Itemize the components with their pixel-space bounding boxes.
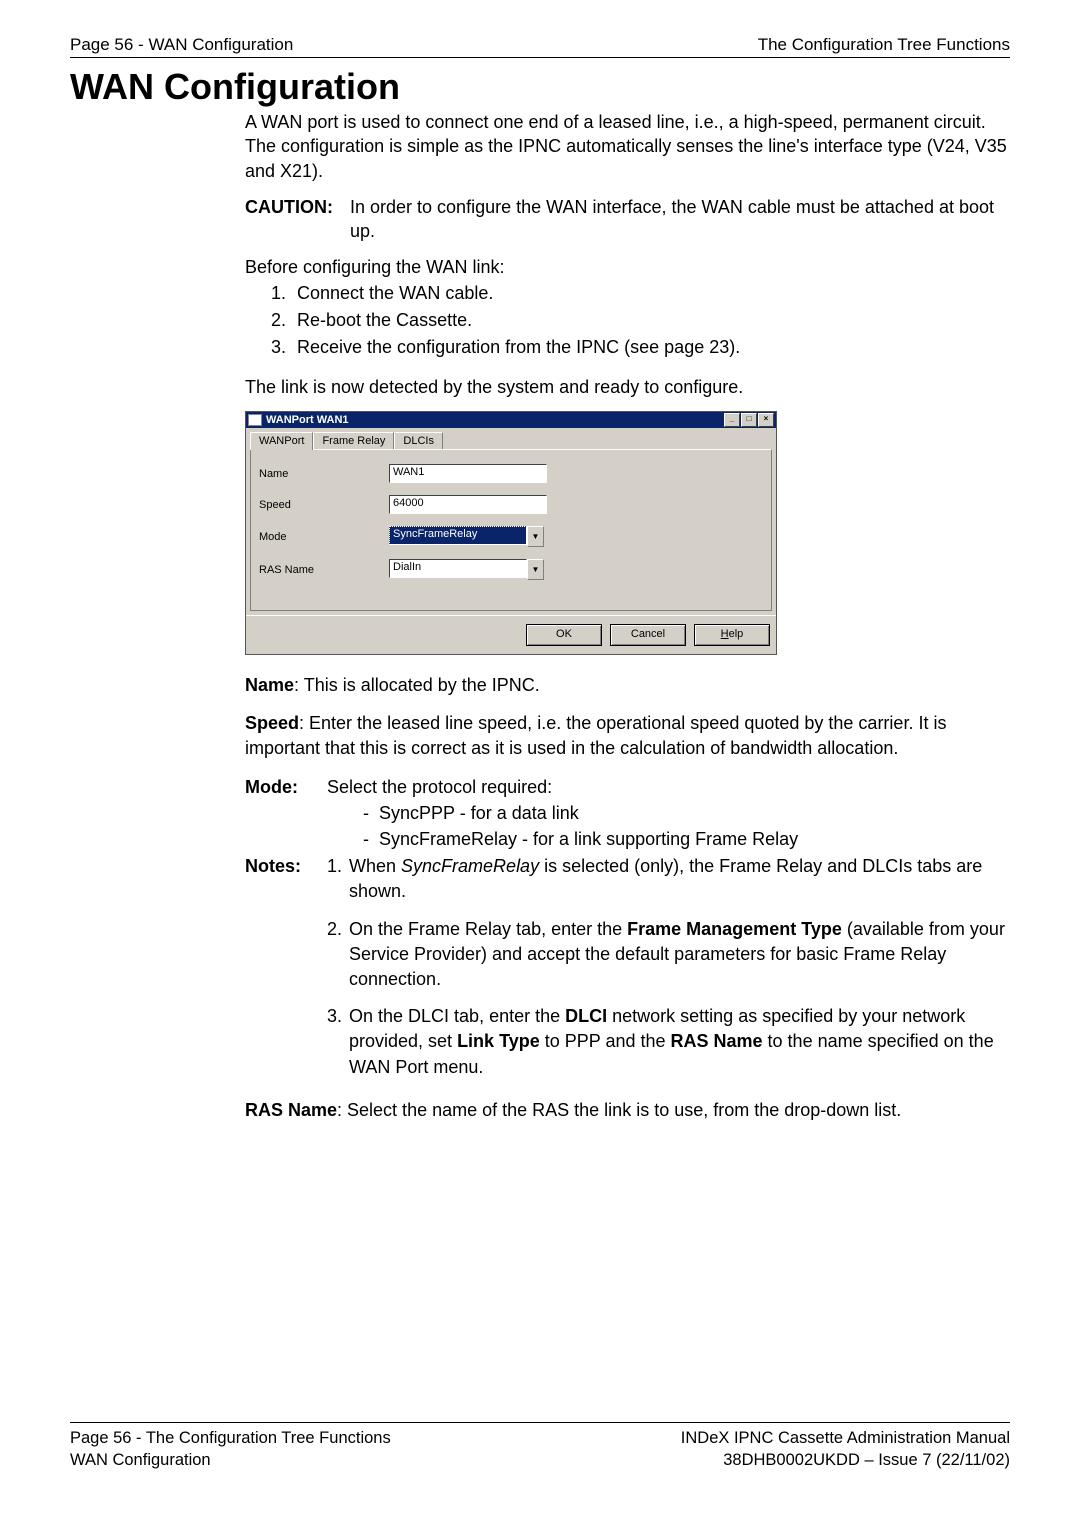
intro-text: A WAN port is used to connect one end of… [245,110,1010,183]
step-text: Re-boot the Cassette. [297,307,472,334]
form-panel: Name WAN1 Speed 64000 Mode SyncFrameRela… [250,449,772,611]
ras-value: DialIn [389,559,527,578]
step-num: 2. [271,307,297,334]
ras-desc: RAS Name: Select the name of the RAS the… [245,1098,1010,1122]
step-num: 3. [271,334,297,361]
name-desc: Name: This is allocated by the IPNC. [245,673,1010,697]
dialog-title: WANPort WAN1 [266,414,349,426]
tab-strip: WANPort Frame Relay DLCIs [246,428,776,449]
close-icon[interactable]: × [758,413,774,427]
minimize-icon[interactable]: _ [724,413,740,427]
page-header: Page 56 - WAN Configuration The Configur… [70,35,1010,58]
cancel-button[interactable]: Cancel [610,624,686,646]
name-input[interactable]: WAN1 [389,464,547,483]
name-label: Name [259,468,389,480]
header-right: The Configuration Tree Functions [758,35,1010,55]
maximize-icon[interactable]: □ [741,413,757,427]
page-footer: Page 56 - The Configuration Tree Functio… [70,1423,1010,1472]
step-text: Receive the configuration from the IPNC … [297,334,740,361]
mode-desc: Mode: Select the protocol required: -Syn… [245,774,1010,852]
help-button[interactable]: Help [694,624,770,646]
speed-desc: Speed: Enter the leased line speed, i.e.… [245,711,1010,760]
speed-input[interactable]: 64000 [389,495,547,514]
footer-left-2: WAN Configuration [70,1449,391,1471]
chevron-down-icon[interactable]: ▼ [527,526,544,547]
step-text: Connect the WAN cable. [297,280,493,307]
mode-label: Mode [259,531,389,543]
window-icon [248,414,262,426]
detected-line: The link is now detected by the system a… [245,375,1010,399]
ras-select[interactable]: DialIn ▼ [389,559,544,580]
mode-value: SyncFrameRelay [389,526,527,545]
caution-label: CAUTION: [245,195,350,244]
tab-framerelay[interactable]: Frame Relay [313,432,394,449]
dialog-window: WANPort WAN1 _ □ × WANPort Frame Relay D… [245,411,777,655]
chevron-down-icon[interactable]: ▼ [527,559,544,580]
footer-right-1: INDeX IPNC Cassette Administration Manua… [681,1427,1010,1449]
tab-dlcis[interactable]: DLCIs [394,432,443,449]
steps-list: 1.Connect the WAN cable. 2.Re-boot the C… [245,280,1010,361]
before-line: Before configuring the WAN link: [245,255,1010,279]
dialog-titlebar: WANPort WAN1 _ □ × [246,412,776,428]
ras-label: RAS Name [259,564,389,576]
footer-right-2: 38DHB0002UKDD – Issue 7 (22/11/02) [681,1449,1010,1471]
header-left: Page 56 - WAN Configuration [70,35,293,55]
step-num: 1. [271,280,297,307]
mode-select[interactable]: SyncFrameRelay ▼ [389,526,544,547]
notes-block: Notes: 1. When SyncFrameRelay is selecte… [245,854,1010,1092]
footer-left-1: Page 56 - The Configuration Tree Functio… [70,1427,391,1449]
tab-wanport[interactable]: WANPort [250,432,313,450]
speed-label: Speed [259,499,389,511]
ok-button[interactable]: OK [526,624,602,646]
dialog-buttons: OK Cancel Help [246,615,776,654]
caution-text: In order to configure the WAN interface,… [350,195,1010,244]
page-title: WAN Configuration [70,66,1010,108]
caution-block: CAUTION: In order to configure the WAN i… [245,195,1010,244]
